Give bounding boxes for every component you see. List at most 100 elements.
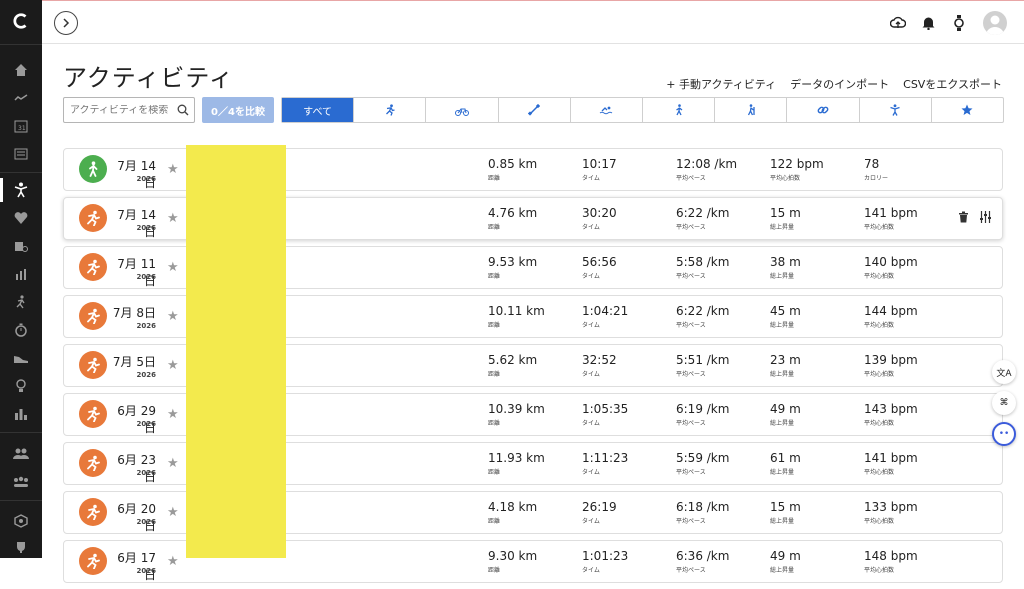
activity-date: 7月 5日 (112, 355, 156, 369)
metric-value: 61 m (770, 451, 801, 465)
metric-value: 78 (864, 157, 880, 171)
favorite-star-icon[interactable]: ★ (167, 162, 179, 177)
stats-icon[interactable] (11, 404, 31, 424)
filter-favorites[interactable] (930, 98, 1003, 122)
connections-icon[interactable] (11, 444, 31, 464)
reports-icon[interactable] (11, 264, 31, 284)
home-icon[interactable] (11, 60, 31, 80)
metric-label: 平均心拍数 (864, 420, 895, 427)
favorite-star-icon[interactable]: ★ (167, 505, 179, 520)
compare-button[interactable]: 0／4を比較 (202, 97, 274, 123)
metric-value: 10:17 (582, 157, 617, 171)
expand-sidebar-button[interactable] (54, 11, 78, 35)
active-indicator (0, 178, 3, 202)
news-icon[interactable] (11, 144, 31, 164)
insights-icon[interactable] (11, 88, 31, 108)
command-button[interactable]: ⌘ (992, 391, 1016, 415)
metric-label: 平均心拍数 (864, 469, 895, 476)
upload-cloud-icon[interactable] (889, 14, 907, 32)
activity-metric: 5:59 /km 平均ペース (676, 451, 729, 476)
lightbulb-icon[interactable] (11, 376, 31, 396)
activity-metric: 144 bpm 平均心拍数 (864, 304, 918, 329)
metric-value: 139 bpm (864, 353, 918, 367)
other-icon (890, 104, 900, 116)
activity-year: 2026 (136, 322, 156, 330)
filter-running[interactable] (353, 98, 425, 122)
activity-year: 2026 (136, 371, 156, 379)
shoe-icon[interactable] (11, 348, 31, 368)
filter-other[interactable] (858, 98, 931, 122)
filter-all[interactable]: すべて (282, 98, 354, 122)
gear-shoe-icon[interactable] (11, 236, 31, 256)
search-input[interactable] (70, 104, 170, 116)
favorite-star-icon[interactable]: ★ (167, 407, 179, 422)
user-avatar[interactable] (983, 11, 1007, 35)
metric-value: 1:11:23 (582, 451, 629, 465)
metric-value: 10.11 km (488, 304, 545, 318)
favorite-star-icon[interactable]: ★ (167, 260, 179, 275)
fitness-icon (528, 104, 541, 116)
filter-hiking[interactable] (714, 98, 786, 122)
filter-fitness[interactable] (497, 98, 570, 122)
metric-value: 30:20 (582, 206, 617, 220)
badges-icon[interactable] (11, 511, 31, 531)
groups-icon[interactable] (11, 472, 31, 492)
favorite-star-icon[interactable]: ★ (167, 554, 179, 569)
filter-swimming[interactable] (569, 98, 642, 122)
metric-value: 5.62 km (488, 353, 538, 367)
metric-value: 1:04:21 (582, 304, 629, 318)
metric-label: 平均ペース (676, 518, 706, 525)
activity-metric: 4.76 km 距離 (488, 206, 537, 231)
activity-metric: 5:51 /km 平均ペース (676, 353, 729, 378)
filter-multisport[interactable] (786, 98, 858, 122)
activity-date: 7月 14日 (117, 159, 156, 190)
activity-metric: 4.18 km 距離 (488, 500, 537, 525)
metric-label: 距離 (488, 567, 501, 574)
filter-cycling[interactable] (425, 98, 497, 122)
stopwatch-icon[interactable] (11, 320, 31, 340)
app-logo-icon[interactable] (12, 12, 30, 30)
metric-label: タイム (582, 371, 600, 378)
activity-metric: 6:36 /km 平均ペース (676, 549, 729, 574)
activity-metric: 10.11 km 距離 (488, 304, 545, 329)
notifications-bell-icon[interactable] (919, 14, 937, 32)
settings-sliders-icon[interactable] (979, 211, 992, 223)
search-icon[interactable] (177, 104, 189, 116)
metric-value: 148 bpm (864, 549, 918, 563)
trash-icon[interactable] (958, 211, 969, 223)
running-icon (79, 302, 107, 330)
cycling-icon (455, 108, 469, 116)
translate-button[interactable]: 文A (992, 360, 1016, 384)
running-icon (79, 351, 107, 379)
import-data-link[interactable]: データのインポート (790, 76, 889, 92)
activity-date: 7月 8日 (112, 306, 156, 320)
metric-label: 距離 (488, 420, 501, 427)
metric-value: 11.93 km (488, 451, 545, 465)
favorite-star-icon[interactable]: ★ (167, 309, 179, 324)
activity-metric: 141 bpm 平均心拍数 (864, 206, 918, 231)
device-watch-icon[interactable] (950, 14, 968, 32)
activity-metric: 6:19 /km 平均ペース (676, 402, 729, 427)
trophy-icon[interactable] (11, 538, 31, 558)
calendar-icon[interactable]: 31 (11, 116, 31, 136)
metric-value: 38 m (770, 255, 801, 269)
activity-metric: 26:19 タイム (582, 500, 617, 525)
export-csv-link[interactable]: CSVをエクスポート (903, 76, 1002, 92)
metric-label: 距離 (488, 518, 501, 525)
metric-label: 平均心拍数 (864, 322, 895, 329)
activity-metric: 6:22 /km 平均ペース (676, 304, 729, 329)
favorite-star-icon[interactable]: ★ (167, 456, 179, 471)
favorite-star-icon[interactable]: ★ (167, 358, 179, 373)
assistant-button[interactable]: •• (992, 422, 1016, 446)
filter-walking[interactable] (642, 98, 714, 122)
health-heart-icon[interactable] (11, 208, 31, 228)
favorite-star-icon[interactable]: ★ (167, 211, 179, 226)
metric-label: 総上昇量 (770, 371, 795, 378)
metric-label: カロリー (864, 175, 889, 182)
metric-value: 5:59 /km (676, 451, 730, 465)
metric-value: 1:01:23 (582, 549, 629, 563)
training-icon[interactable] (11, 292, 31, 312)
activities-nav-icon[interactable] (11, 180, 31, 200)
manual-activity-link[interactable]: + 手動アクティビティ (666, 76, 776, 92)
activity-metric: 32:52 タイム (582, 353, 617, 378)
